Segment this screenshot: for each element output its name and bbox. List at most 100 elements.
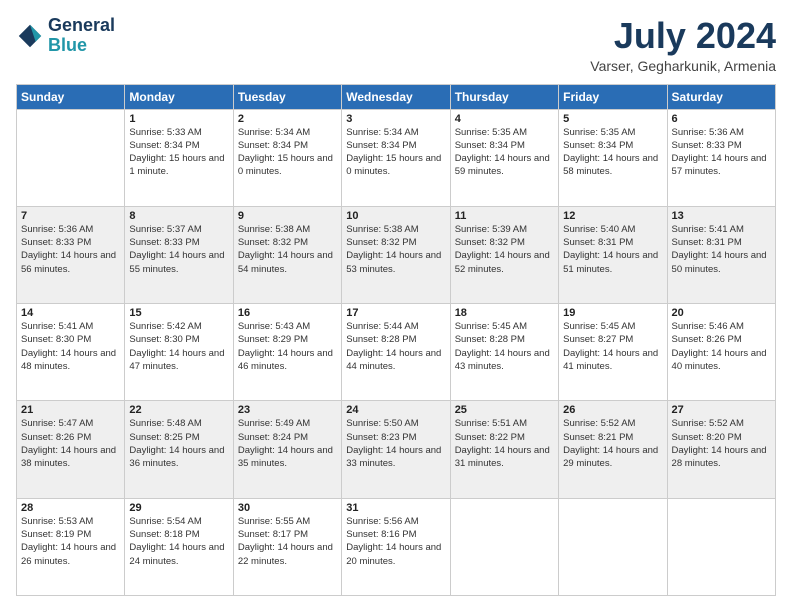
day-number: 18	[455, 307, 554, 319]
day-number: 24	[346, 404, 445, 416]
day-number: 22	[129, 404, 228, 416]
day-number: 19	[563, 307, 662, 319]
calendar-cell: 12Sunrise: 5:40 AMSunset: 8:31 PMDayligh…	[559, 206, 667, 303]
header: General Blue July 2024 Varser, Gegharkun…	[16, 16, 776, 74]
calendar-cell: 1Sunrise: 5:33 AMSunset: 8:34 PMDaylight…	[125, 109, 233, 206]
day-number: 28	[21, 502, 120, 514]
day-info: Sunrise: 5:48 AMSunset: 8:25 PMDaylight:…	[129, 417, 228, 470]
day-info: Sunrise: 5:33 AMSunset: 8:34 PMDaylight:…	[129, 126, 228, 179]
day-number: 10	[346, 210, 445, 222]
calendar-cell: 20Sunrise: 5:46 AMSunset: 8:26 PMDayligh…	[667, 304, 775, 401]
calendar-cell: 26Sunrise: 5:52 AMSunset: 8:21 PMDayligh…	[559, 401, 667, 498]
calendar-cell: 22Sunrise: 5:48 AMSunset: 8:25 PMDayligh…	[125, 401, 233, 498]
weekday-header: Saturday	[667, 84, 775, 109]
calendar-week-row: 7Sunrise: 5:36 AMSunset: 8:33 PMDaylight…	[17, 206, 776, 303]
calendar-cell: 24Sunrise: 5:50 AMSunset: 8:23 PMDayligh…	[342, 401, 450, 498]
weekday-header: Tuesday	[233, 84, 341, 109]
day-info: Sunrise: 5:41 AMSunset: 8:30 PMDaylight:…	[21, 320, 120, 373]
weekday-header: Wednesday	[342, 84, 450, 109]
calendar-table: SundayMondayTuesdayWednesdayThursdayFrid…	[16, 84, 776, 596]
calendar-week-row: 28Sunrise: 5:53 AMSunset: 8:19 PMDayligh…	[17, 498, 776, 595]
day-info: Sunrise: 5:49 AMSunset: 8:24 PMDaylight:…	[238, 417, 337, 470]
day-info: Sunrise: 5:46 AMSunset: 8:26 PMDaylight:…	[672, 320, 771, 373]
day-number: 4	[455, 113, 554, 125]
calendar-cell: 19Sunrise: 5:45 AMSunset: 8:27 PMDayligh…	[559, 304, 667, 401]
day-info: Sunrise: 5:43 AMSunset: 8:29 PMDaylight:…	[238, 320, 337, 373]
day-info: Sunrise: 5:56 AMSunset: 8:16 PMDaylight:…	[346, 515, 445, 568]
day-number: 6	[672, 113, 771, 125]
calendar-cell: 11Sunrise: 5:39 AMSunset: 8:32 PMDayligh…	[450, 206, 558, 303]
day-number: 11	[455, 210, 554, 222]
calendar-cell: 4Sunrise: 5:35 AMSunset: 8:34 PMDaylight…	[450, 109, 558, 206]
day-info: Sunrise: 5:41 AMSunset: 8:31 PMDaylight:…	[672, 223, 771, 276]
day-info: Sunrise: 5:44 AMSunset: 8:28 PMDaylight:…	[346, 320, 445, 373]
day-info: Sunrise: 5:50 AMSunset: 8:23 PMDaylight:…	[346, 417, 445, 470]
calendar-cell: 27Sunrise: 5:52 AMSunset: 8:20 PMDayligh…	[667, 401, 775, 498]
calendar-cell: 9Sunrise: 5:38 AMSunset: 8:32 PMDaylight…	[233, 206, 341, 303]
calendar-week-row: 1Sunrise: 5:33 AMSunset: 8:34 PMDaylight…	[17, 109, 776, 206]
day-info: Sunrise: 5:35 AMSunset: 8:34 PMDaylight:…	[563, 126, 662, 179]
day-info: Sunrise: 5:40 AMSunset: 8:31 PMDaylight:…	[563, 223, 662, 276]
day-number: 12	[563, 210, 662, 222]
calendar-cell: 3Sunrise: 5:34 AMSunset: 8:34 PMDaylight…	[342, 109, 450, 206]
calendar-cell	[450, 498, 558, 595]
calendar-cell: 8Sunrise: 5:37 AMSunset: 8:33 PMDaylight…	[125, 206, 233, 303]
calendar-cell: 31Sunrise: 5:56 AMSunset: 8:16 PMDayligh…	[342, 498, 450, 595]
day-info: Sunrise: 5:39 AMSunset: 8:32 PMDaylight:…	[455, 223, 554, 276]
day-info: Sunrise: 5:47 AMSunset: 8:26 PMDaylight:…	[21, 417, 120, 470]
day-info: Sunrise: 5:38 AMSunset: 8:32 PMDaylight:…	[346, 223, 445, 276]
day-info: Sunrise: 5:36 AMSunset: 8:33 PMDaylight:…	[672, 126, 771, 179]
day-info: Sunrise: 5:52 AMSunset: 8:21 PMDaylight:…	[563, 417, 662, 470]
day-info: Sunrise: 5:36 AMSunset: 8:33 PMDaylight:…	[21, 223, 120, 276]
weekday-header: Monday	[125, 84, 233, 109]
calendar-cell: 23Sunrise: 5:49 AMSunset: 8:24 PMDayligh…	[233, 401, 341, 498]
calendar-cell: 30Sunrise: 5:55 AMSunset: 8:17 PMDayligh…	[233, 498, 341, 595]
logo-text: General Blue	[48, 16, 115, 56]
day-number: 15	[129, 307, 228, 319]
day-number: 25	[455, 404, 554, 416]
calendar-cell: 2Sunrise: 5:34 AMSunset: 8:34 PMDaylight…	[233, 109, 341, 206]
calendar-cell: 21Sunrise: 5:47 AMSunset: 8:26 PMDayligh…	[17, 401, 125, 498]
day-info: Sunrise: 5:45 AMSunset: 8:28 PMDaylight:…	[455, 320, 554, 373]
day-number: 13	[672, 210, 771, 222]
day-number: 30	[238, 502, 337, 514]
day-info: Sunrise: 5:34 AMSunset: 8:34 PMDaylight:…	[238, 126, 337, 179]
calendar-cell: 15Sunrise: 5:42 AMSunset: 8:30 PMDayligh…	[125, 304, 233, 401]
day-number: 16	[238, 307, 337, 319]
weekday-header: Thursday	[450, 84, 558, 109]
calendar-cell: 13Sunrise: 5:41 AMSunset: 8:31 PMDayligh…	[667, 206, 775, 303]
day-number: 8	[129, 210, 228, 222]
day-info: Sunrise: 5:34 AMSunset: 8:34 PMDaylight:…	[346, 126, 445, 179]
weekday-header: Friday	[559, 84, 667, 109]
calendar-cell: 7Sunrise: 5:36 AMSunset: 8:33 PMDaylight…	[17, 206, 125, 303]
weekday-header: Sunday	[17, 84, 125, 109]
day-info: Sunrise: 5:53 AMSunset: 8:19 PMDaylight:…	[21, 515, 120, 568]
calendar-cell	[667, 498, 775, 595]
day-number: 2	[238, 113, 337, 125]
day-number: 26	[563, 404, 662, 416]
calendar-header-row: SundayMondayTuesdayWednesdayThursdayFrid…	[17, 84, 776, 109]
calendar-cell: 17Sunrise: 5:44 AMSunset: 8:28 PMDayligh…	[342, 304, 450, 401]
calendar-week-row: 14Sunrise: 5:41 AMSunset: 8:30 PMDayligh…	[17, 304, 776, 401]
calendar-cell: 25Sunrise: 5:51 AMSunset: 8:22 PMDayligh…	[450, 401, 558, 498]
calendar-week-row: 21Sunrise: 5:47 AMSunset: 8:26 PMDayligh…	[17, 401, 776, 498]
day-number: 23	[238, 404, 337, 416]
calendar-cell	[17, 109, 125, 206]
day-number: 20	[672, 307, 771, 319]
calendar-cell: 16Sunrise: 5:43 AMSunset: 8:29 PMDayligh…	[233, 304, 341, 401]
day-number: 21	[21, 404, 120, 416]
calendar-cell: 28Sunrise: 5:53 AMSunset: 8:19 PMDayligh…	[17, 498, 125, 595]
calendar-cell: 6Sunrise: 5:36 AMSunset: 8:33 PMDaylight…	[667, 109, 775, 206]
day-number: 9	[238, 210, 337, 222]
month-year: July 2024	[590, 16, 776, 56]
day-number: 29	[129, 502, 228, 514]
day-info: Sunrise: 5:54 AMSunset: 8:18 PMDaylight:…	[129, 515, 228, 568]
location: Varser, Gegharkunik, Armenia	[590, 58, 776, 74]
calendar-cell: 18Sunrise: 5:45 AMSunset: 8:28 PMDayligh…	[450, 304, 558, 401]
page: General Blue July 2024 Varser, Gegharkun…	[0, 0, 792, 612]
day-info: Sunrise: 5:37 AMSunset: 8:33 PMDaylight:…	[129, 223, 228, 276]
day-info: Sunrise: 5:38 AMSunset: 8:32 PMDaylight:…	[238, 223, 337, 276]
calendar-cell: 10Sunrise: 5:38 AMSunset: 8:32 PMDayligh…	[342, 206, 450, 303]
day-number: 27	[672, 404, 771, 416]
calendar-cell	[559, 498, 667, 595]
